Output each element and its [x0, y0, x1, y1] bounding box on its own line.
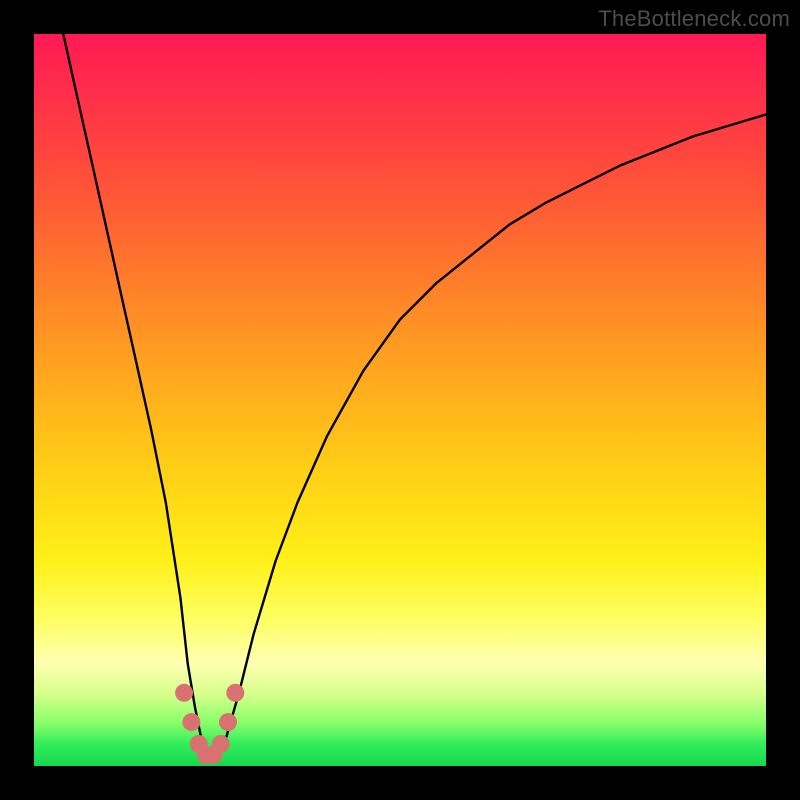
highlight-dot	[175, 684, 193, 702]
highlight-dots-group	[175, 684, 244, 764]
watermark-text: TheBottleneck.com	[598, 6, 790, 32]
chart-frame: TheBottleneck.com	[0, 0, 800, 800]
chart-plot-area	[34, 34, 766, 766]
highlight-dot	[212, 735, 230, 753]
highlight-dot	[226, 684, 244, 702]
highlight-dot	[219, 713, 237, 731]
chart-svg	[34, 34, 766, 766]
highlight-dot	[182, 713, 200, 731]
bottleneck-curve	[63, 34, 766, 759]
